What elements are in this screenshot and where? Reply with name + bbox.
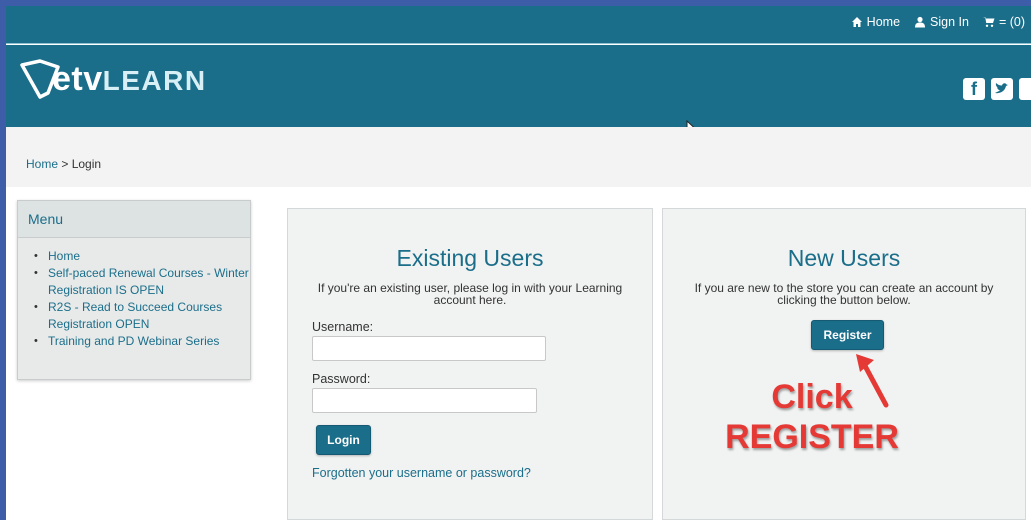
cart-count: = (0)	[998, 15, 1025, 29]
username-label: Username:	[312, 320, 374, 334]
sidebar-item-home[interactable]: Home	[34, 248, 250, 265]
home-icon	[851, 17, 862, 27]
existing-users-title: Existing Users	[396, 245, 544, 271]
facebook-icon[interactable]: f	[963, 78, 985, 100]
register-button[interactable]: Register	[811, 320, 884, 350]
password-label: Password:	[312, 372, 371, 386]
existing-users-panel: Existing Users If you're an existing use…	[287, 208, 653, 520]
brand-bar: etvLEARN f	[6, 45, 1031, 127]
sidebar-item-webinar-series[interactable]: Training and PD Webinar Series	[34, 333, 250, 350]
logo-text: etvLEARN	[52, 60, 207, 99]
annotation-line-2: REGISTER	[725, 418, 899, 456]
user-icon	[915, 16, 926, 28]
breadcrumb-separator: >	[58, 157, 72, 171]
sign-in-link[interactable]: Sign In	[914, 15, 969, 29]
sign-in-label: Sign In	[930, 15, 969, 29]
sidebar-item-self-paced-renewal[interactable]: Self-paced Renewal Courses - Winter Regi…	[34, 265, 250, 299]
menu-list: Home Self-paced Renewal Courses - Winter…	[18, 238, 250, 350]
cart-icon	[982, 17, 995, 27]
logo-sub: LEARN	[102, 65, 207, 96]
twitter-icon[interactable]	[991, 78, 1013, 100]
annotation-line-1: Click	[771, 378, 853, 416]
top-home-link[interactable]: Home	[851, 15, 900, 29]
logo-main: etv	[52, 60, 103, 98]
click-register-annotation: Click REGISTER	[712, 377, 912, 457]
etv-learn-logo[interactable]: etvLEARN	[18, 57, 207, 101]
password-input[interactable]	[312, 388, 537, 413]
sidebar-menu: Menu Home Self-paced Renewal Courses - W…	[17, 200, 251, 380]
top-home-label: Home	[866, 15, 901, 29]
menu-title: Menu	[18, 201, 250, 238]
new-users-title: New Users	[787, 245, 901, 271]
cart-link[interactable]: = (0)	[982, 15, 1025, 29]
username-input[interactable]	[312, 336, 546, 361]
forgot-password-link[interactable]: Forgotten your username or password?	[312, 466, 531, 480]
breadcrumb: Home > Login	[6, 127, 1031, 187]
sidebar-item-r2s[interactable]: R2S - Read to Succeed Courses Registrati…	[34, 299, 250, 333]
breadcrumb-home-link[interactable]: Home	[26, 157, 58, 171]
top-links: Home Sign In = (0)	[851, 15, 1025, 29]
other-social-icon[interactable]	[1019, 78, 1031, 100]
breadcrumb-current: Login	[71, 157, 102, 171]
new-users-description: If you are new to the store you can crea…	[694, 281, 994, 307]
top-bar: Home Sign In = (0)	[6, 6, 1031, 44]
social-links: f	[963, 78, 1031, 100]
login-button[interactable]: Login	[316, 425, 371, 455]
existing-users-description: If you're an existing user, please log i…	[317, 281, 623, 307]
new-users-panel: New Users If you are new to the store yo…	[662, 208, 1026, 520]
